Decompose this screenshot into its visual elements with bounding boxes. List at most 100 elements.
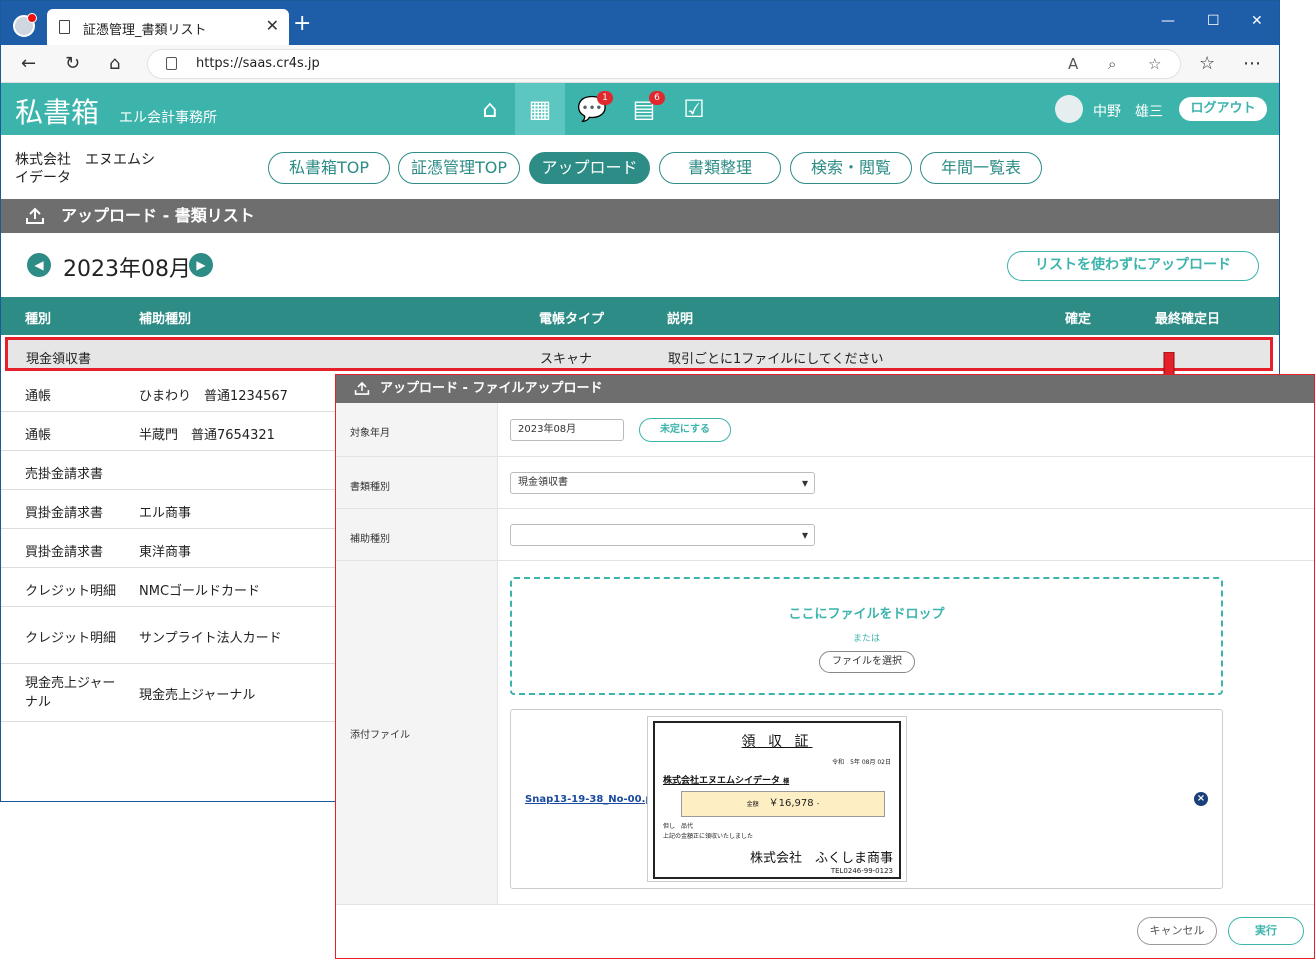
dialog-title: アップロード - ファイルアップロード xyxy=(380,381,603,396)
cancel-button[interactable]: キャンセル xyxy=(1137,917,1217,945)
attached-file-preview: Snap13-19-38_No-00.png 領 収 証 令和 5年 08月 0… xyxy=(510,709,1223,889)
receipt-thumbnail[interactable]: 領 収 証 令和 5年 08月 02日 株式会社エヌエムシイデータ 様 金額 ￥… xyxy=(647,716,907,882)
receipt-recipient: 株式会社エヌエムシイデータ 様 xyxy=(663,776,790,786)
message-badge: 1 xyxy=(597,91,613,105)
maximize-icon[interactable]: ☐ xyxy=(1207,13,1220,29)
document-nav-icon[interactable]: ▤ 6 xyxy=(619,83,669,135)
zoom-icon[interactable]: ⌕ xyxy=(1108,55,1116,73)
table-row[interactable]: 通帳 半蔵門 普通7654321 xyxy=(1,412,337,451)
doc-type-select[interactable]: 現金領収書 xyxy=(510,472,815,494)
tab-close-icon[interactable]: ✕ xyxy=(266,16,279,35)
window-close-icon[interactable]: ✕ xyxy=(1251,13,1263,29)
user-name: 中野 雄三 xyxy=(1093,104,1163,120)
execute-button[interactable]: 実行 xyxy=(1228,917,1304,945)
upload-icon xyxy=(354,381,370,395)
profile-icon[interactable] xyxy=(13,13,37,37)
nav-top[interactable]: 私書箱TOP xyxy=(268,152,390,184)
dialog-footer: キャンセル 実行 xyxy=(336,913,1314,959)
row-subtype: エル商事 xyxy=(139,506,192,521)
message-nav-icon[interactable]: 💬 1 xyxy=(567,83,617,135)
next-month-icon[interactable]: ▶ xyxy=(189,253,213,277)
header-subtype: 補助種別 xyxy=(139,312,192,327)
selected-table-row[interactable]: 現金領収書 スキャナ 取引ごとに1ファイルにしてください xyxy=(5,337,1273,371)
upload-without-list-button[interactable]: リストを使わずにアップロード xyxy=(1007,251,1259,281)
receipt-received: 上記の金額正に領収いたしました xyxy=(663,833,754,840)
section-title: アップロード - 書類リスト xyxy=(61,206,255,225)
form-row-sub-type: 補助種別 xyxy=(336,509,1314,561)
file-name-link[interactable]: Snap13-19-38_No-00.png xyxy=(525,794,667,805)
receipt-note: 但し 品代 xyxy=(663,823,694,830)
table-row[interactable]: 買掛金請求書 エル商事 xyxy=(1,490,337,529)
receipt-tel: TEL0246-99-0123 xyxy=(830,867,893,875)
logout-button[interactable]: ログアウト xyxy=(1179,97,1267,121)
header-last-confirmed: 最終確定日 xyxy=(1155,312,1221,327)
nav-evidence-top[interactable]: 証憑管理TOP xyxy=(398,152,520,184)
prev-month-icon[interactable]: ◀ xyxy=(27,253,51,277)
row-type: クレジット明細 xyxy=(25,584,117,599)
label-doc-type: 書類種別 xyxy=(336,457,498,508)
month-input[interactable]: 2023年08月 xyxy=(510,419,624,441)
more-icon[interactable]: ⋯ xyxy=(1243,53,1261,74)
table-row[interactable]: 買掛金請求書 東洋商事 xyxy=(1,529,337,568)
home-icon[interactable]: ⌂ xyxy=(109,53,120,74)
receipt-issuer: 株式会社 ふくしま商事 xyxy=(749,851,893,866)
tab-title: 証憑管理_書類リスト xyxy=(83,23,207,38)
remove-file-icon[interactable]: × xyxy=(1194,792,1208,806)
table-row[interactable]: 売掛金請求書 xyxy=(1,451,337,490)
table-row[interactable]: クレジット明細 NMCゴールドカード xyxy=(1,568,337,607)
back-icon[interactable]: ← xyxy=(21,53,36,74)
row-type: クレジット明細 xyxy=(25,631,117,646)
row-subtype: 現金売上ジャーナル xyxy=(139,688,256,703)
minimize-icon[interactable]: — xyxy=(1161,13,1175,29)
page-icon xyxy=(59,20,70,34)
drop-text: ここにファイルをドロップ xyxy=(788,607,945,622)
row-type: 売掛金請求書 xyxy=(25,467,104,482)
row-type: 現金売上ジャーナル xyxy=(25,676,116,710)
choose-file-button[interactable]: ファイルを選択 xyxy=(819,651,915,673)
reload-icon[interactable]: ↻ xyxy=(65,53,80,74)
url-text: https://saas.cr4s.jp xyxy=(196,56,320,71)
header-confirmed: 確定 xyxy=(1065,312,1092,327)
read-aloud-icon[interactable]: A xyxy=(1068,55,1078,73)
row-subtype: ひまわり 普通1234567 xyxy=(139,389,288,404)
form-row-doc-type: 書類種別 現金領収書 xyxy=(336,457,1314,509)
nav-annual[interactable]: 年間一覧表 xyxy=(920,152,1042,184)
row-subtype: NMCゴールドカード xyxy=(139,584,261,599)
header-desc: 説明 xyxy=(667,312,694,327)
nav-upload[interactable]: アップロード xyxy=(529,152,650,184)
browser-tab[interactable]: 証憑管理_書類リスト ✕ xyxy=(47,9,289,45)
upload-icon xyxy=(26,207,44,224)
app-logo[interactable]: 私書箱 xyxy=(15,91,99,131)
title-bar: 証憑管理_書類リスト ✕ + — ☐ ✕ xyxy=(1,1,1279,45)
calendar-check-icon[interactable]: ☑ xyxy=(669,83,719,135)
file-drop-zone[interactable]: ここにファイルをドロップ または ファイルを選択 xyxy=(510,577,1223,695)
receipt-title: 領 収 証 xyxy=(741,734,813,750)
building-nav-icon[interactable]: ▦ xyxy=(515,83,565,135)
table-row[interactable]: クレジット明細 サンプライト法人カード xyxy=(1,607,337,664)
home-nav-icon[interactable]: ⌂ xyxy=(465,83,515,135)
row-type: 買掛金請求書 xyxy=(25,506,104,521)
current-month: 2023年08月 xyxy=(63,257,191,282)
nav-search[interactable]: 検索・閲覧 xyxy=(790,152,912,184)
receipt-amount-box: 金額 ￥16,978 - xyxy=(681,791,885,817)
favorite-star-icon[interactable]: ☆ xyxy=(1148,55,1161,73)
table-row[interactable]: 通帳 ひまわり 普通1234567 xyxy=(1,373,337,412)
undecided-button[interactable]: 未定にする xyxy=(639,418,731,442)
new-tab-button[interactable]: + xyxy=(293,11,311,36)
header-etype: 電帳タイプ xyxy=(539,312,605,327)
row-type: 通帳 xyxy=(25,428,52,443)
label-sub-type: 補助種別 xyxy=(336,509,498,560)
row-etype: スキャナ xyxy=(540,352,593,367)
row-subtype: 半蔵門 普通7654321 xyxy=(139,428,275,443)
user-avatar[interactable] xyxy=(1055,95,1083,123)
favorites-icon[interactable]: ☆ xyxy=(1199,53,1215,74)
company-name: 株式会社 エヌエムシイデータ xyxy=(15,152,155,186)
sub-type-select[interactable] xyxy=(510,524,815,546)
nav-organize[interactable]: 書類整理 xyxy=(659,152,781,184)
row-type: 通帳 xyxy=(25,389,52,404)
row-subtype: 東洋商事 xyxy=(139,545,192,560)
lock-icon xyxy=(166,57,177,70)
url-field[interactable]: https://saas.cr4s.jp A ⌕ ☆ xyxy=(147,49,1181,79)
table-row[interactable]: 現金売上ジャーナル 現金売上ジャーナル xyxy=(1,664,337,722)
row-desc: 取引ごとに1ファイルにしてください xyxy=(668,352,884,367)
